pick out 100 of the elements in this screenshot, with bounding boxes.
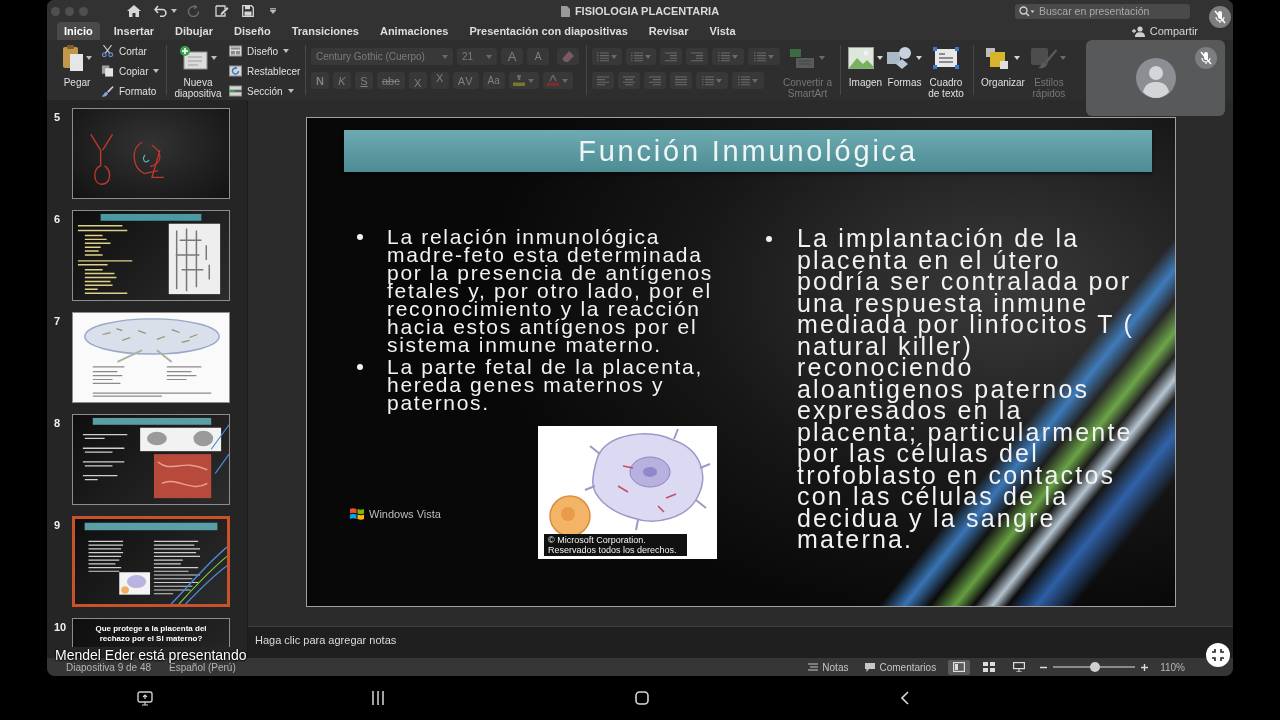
presentation-screen-icon: [1013, 662, 1026, 672]
zoom-in-icon[interactable]: [1141, 663, 1149, 671]
highlighter-icon: [513, 75, 526, 86]
scissors-icon: [101, 45, 114, 57]
caret-icon: [611, 54, 617, 59]
clipboard-icon: [62, 45, 83, 71]
grid-view-icon: [983, 662, 996, 672]
bullet-icon: [766, 236, 772, 242]
home-icon[interactable]: [127, 5, 141, 17]
ribbon-tab[interactable]: Presentación con diapositivas: [462, 22, 635, 40]
notes-icon: [808, 662, 819, 672]
layout-button[interactable]: Diseño: [227, 42, 292, 60]
cut-button[interactable]: Cortar: [99, 42, 149, 60]
paintbrush-icon: [101, 85, 114, 97]
recent-apps-icon[interactable]: [372, 691, 384, 705]
caret-icon: [732, 54, 738, 59]
muted-microphone-icon[interactable]: [1195, 47, 1217, 69]
ribbon-tab[interactable]: Revisar: [641, 22, 696, 40]
slide-title: Función Inmunológica: [344, 130, 1152, 172]
slide-thumbnail[interactable]: [72, 414, 230, 505]
paste-button[interactable]: Pegar: [55, 40, 99, 88]
undo-icon[interactable]: [154, 5, 168, 17]
arrange-button[interactable]: Organizar: [979, 40, 1027, 88]
windows-flag-icon: [349, 507, 365, 521]
normal-view-icon: [953, 662, 966, 672]
bullet-text: La relación inmunológica madre-feto esta determinada por la presencia de antígenos fetales y, por otro lado, por el reconocimiento y la reacción hacia estos antígenos por el sistema inmune materno.: [387, 228, 714, 354]
ribbon-tab[interactable]: Animaciones: [372, 22, 456, 40]
text-box-icon: [933, 47, 959, 69]
search-icon: [1019, 5, 1035, 17]
paintbrush-icon: [1031, 47, 1058, 69]
caret-icon: [645, 54, 651, 59]
ribbon-tab[interactable]: Dibujar: [168, 22, 220, 40]
caret-icon[interactable]: [270, 8, 276, 14]
slide-number: 5: [53, 110, 62, 125]
slide-thumbnail[interactable]: [72, 108, 230, 199]
caret-icon: [442, 54, 448, 59]
avatar-icon: [1135, 58, 1176, 98]
ribbon-tab[interactable]: Insertar: [106, 22, 162, 40]
caret-icon: [528, 78, 535, 83]
list-icon: [597, 51, 609, 62]
image-icon: [848, 47, 874, 69]
layout-icon: [229, 45, 242, 57]
columns-icon: [754, 51, 766, 62]
copy-icon: [101, 65, 114, 77]
collapse-icon[interactable]: [1206, 643, 1230, 667]
back-icon[interactable]: [901, 691, 909, 705]
caret-icon: [752, 78, 758, 83]
bullet-icon: [357, 364, 363, 370]
new-slide-button[interactable]: Nueva diapositiva: [172, 40, 224, 99]
thumbnail-title: Que protege a la placenta del rechazo por el SI materno?: [94, 624, 208, 644]
notes-field[interactable]: Haga clic para agregar notas: [248, 626, 1233, 658]
ribbon-tab[interactable]: Vista: [702, 22, 743, 40]
slider-thumb[interactable]: [1089, 662, 1100, 672]
monitor-icon[interactable]: [137, 690, 153, 706]
edit-document-icon[interactable]: [215, 5, 229, 17]
slide-thumbnail[interactable]: [72, 516, 230, 607]
save-icon[interactable]: [242, 5, 254, 17]
copy-button[interactable]: Copiar: [99, 62, 162, 80]
slide-number: 6: [53, 212, 62, 227]
image-button[interactable]: Imagen: [846, 40, 885, 88]
normal-view-button[interactable]: [948, 659, 971, 675]
section-button[interactable]: Sección: [227, 82, 296, 100]
slide-number: 9: [53, 518, 62, 533]
new-slide-icon: [179, 46, 208, 70]
justify-icon: [675, 75, 687, 86]
bullet-text: La parte fetal de la placenta, hereda genes maternos y paternos.: [387, 358, 705, 412]
logo-text: Windows Vista: [369, 508, 441, 520]
share-button[interactable]: Compartir: [1129, 22, 1200, 40]
caret-icon: [716, 78, 722, 83]
comments-button[interactable]: Comentarios: [865, 661, 937, 673]
search-field[interactable]: Buscar en presentación: [1015, 3, 1190, 19]
home-icon[interactable]: [635, 691, 649, 705]
comment-icon: [865, 662, 876, 672]
slide-thumbnail[interactable]: [72, 210, 230, 301]
indent-icon: [691, 51, 703, 62]
textbox-button[interactable]: Cuadro de texto: [924, 40, 968, 99]
shapes-button[interactable]: Formas: [885, 40, 924, 88]
section-icon: [229, 85, 242, 97]
notes-button[interactable]: Notas: [808, 661, 849, 673]
caret-icon: [768, 54, 774, 59]
reset-icon: [229, 65, 242, 77]
text-direction-icon: [702, 75, 714, 86]
align-left-icon: [597, 75, 609, 86]
format-button[interactable]: Formato: [99, 82, 159, 100]
redo-icon[interactable]: [187, 5, 201, 17]
caret-icon[interactable]: [171, 9, 177, 13]
ribbon-tab[interactable]: Transiciones: [284, 22, 366, 40]
ribbon-tab[interactable]: Inicio: [57, 22, 100, 40]
align-center-icon: [623, 75, 635, 86]
ribbon-tab[interactable]: Diseño: [227, 22, 278, 40]
add-person-icon: [1131, 25, 1146, 37]
align-right-icon: [649, 75, 661, 86]
slide-thumbnail[interactable]: Que protege a la placenta del rechazo por el SI materno?: [72, 618, 230, 647]
zoom-percentage[interactable]: 110%: [1160, 661, 1185, 673]
muted-microphone-icon[interactable]: [1209, 6, 1231, 28]
caret-icon: [486, 54, 492, 59]
slide-thumbnail[interactable]: [72, 312, 230, 403]
slide-number: 7: [53, 314, 62, 329]
reset-button[interactable]: Restablecer: [227, 62, 303, 80]
slide-number: 8: [53, 416, 62, 431]
